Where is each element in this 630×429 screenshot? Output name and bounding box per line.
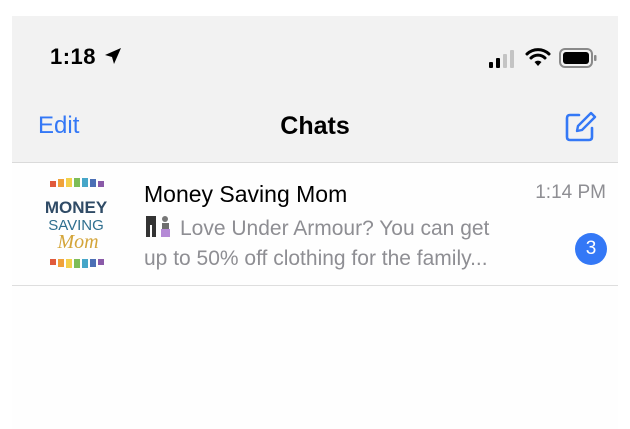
avatar-text-mom: Mom xyxy=(56,231,98,253)
status-time: 1:18 xyxy=(50,44,97,69)
battery-icon xyxy=(559,48,597,68)
phone-screen: 1:18 Edit Chats MONEY SAVING Mom Money S… xyxy=(12,16,618,429)
preview-text-line-2: up to 50% off clothing for the family... xyxy=(144,247,488,270)
unread-count-badge: 3 xyxy=(575,233,607,265)
chats-header: 1:18 Edit Chats xyxy=(12,16,618,163)
chat-name: Money Saving Mom xyxy=(144,181,348,207)
cellular-signal-icon xyxy=(489,50,514,68)
chat-timestamp: 1:14 PM xyxy=(535,182,606,203)
wifi-icon xyxy=(525,48,551,66)
message-preview-line-1: Love Under Armour? You can get xyxy=(144,214,554,244)
clothing-emoji-icon xyxy=(146,216,170,237)
chat-list-item[interactable]: MONEY SAVING Mom Money Saving Mom 1:14 P… xyxy=(12,163,618,286)
preview-text-line-1: Love Under Armour? You can get xyxy=(180,217,490,240)
avatar-text-money: MONEY xyxy=(45,198,108,217)
message-preview: Love Under Armour? You can get up to 50%… xyxy=(144,214,554,274)
page-title: Chats xyxy=(280,112,350,140)
location-arrow-icon xyxy=(105,48,121,64)
compose-icon[interactable] xyxy=(563,110,597,144)
avatar: MONEY SAVING Mom xyxy=(45,178,108,268)
